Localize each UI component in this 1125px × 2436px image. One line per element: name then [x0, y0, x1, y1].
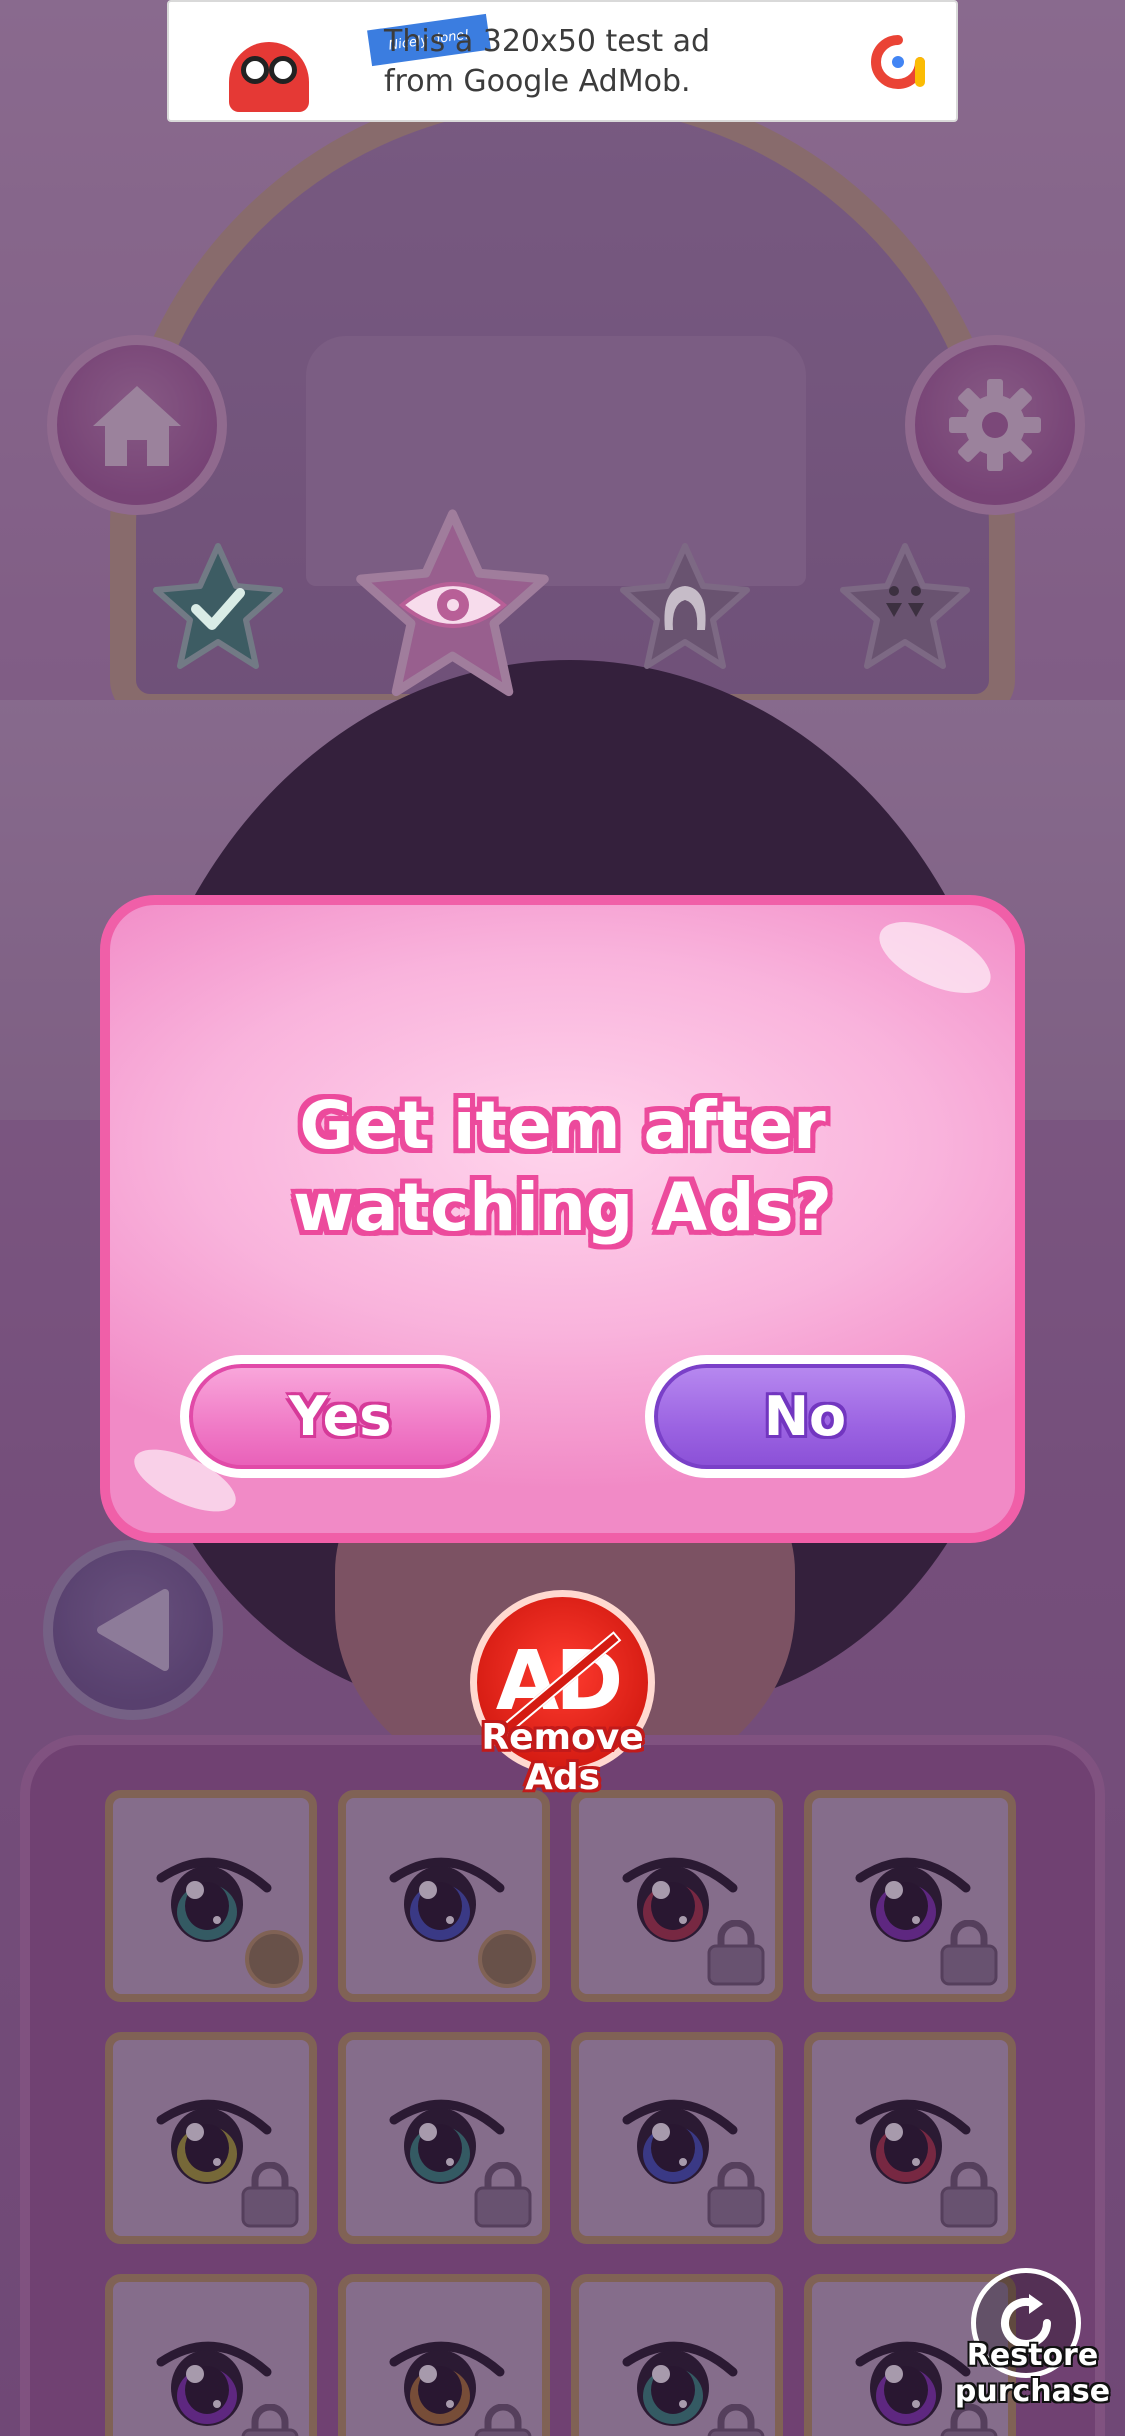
remove-ads-label: Remove Ads [481, 1717, 644, 1798]
monster-icon [229, 42, 309, 112]
ad-text: This a 320x50 test ad from Google AdMob. [384, 24, 711, 99]
earrings-icon [886, 585, 924, 617]
eye-icon [398, 582, 507, 628]
ad-banner[interactable]: Nicely done! This a 320x50 test ad from … [167, 0, 958, 122]
hair-icon [664, 585, 706, 630]
gloss-highlight [868, 907, 1002, 1008]
no-button[interactable]: No [645, 1355, 965, 1478]
checkmark-icon [191, 587, 245, 630]
watch-ad-dialog: Get item after watching Ads? Yes No [100, 895, 1025, 1543]
remove-ads-button[interactable]: AD Remove Ads [465, 1590, 660, 1820]
restore-purchase-label: Restore purchase [954, 2338, 1111, 2409]
admob-logo-icon [871, 35, 925, 89]
yes-button[interactable]: Yes [180, 1355, 500, 1478]
restore-purchase-button[interactable]: Restore purchase [945, 2268, 1120, 2428]
dialog-message: Get item after watching Ads? [293, 1087, 832, 1246]
